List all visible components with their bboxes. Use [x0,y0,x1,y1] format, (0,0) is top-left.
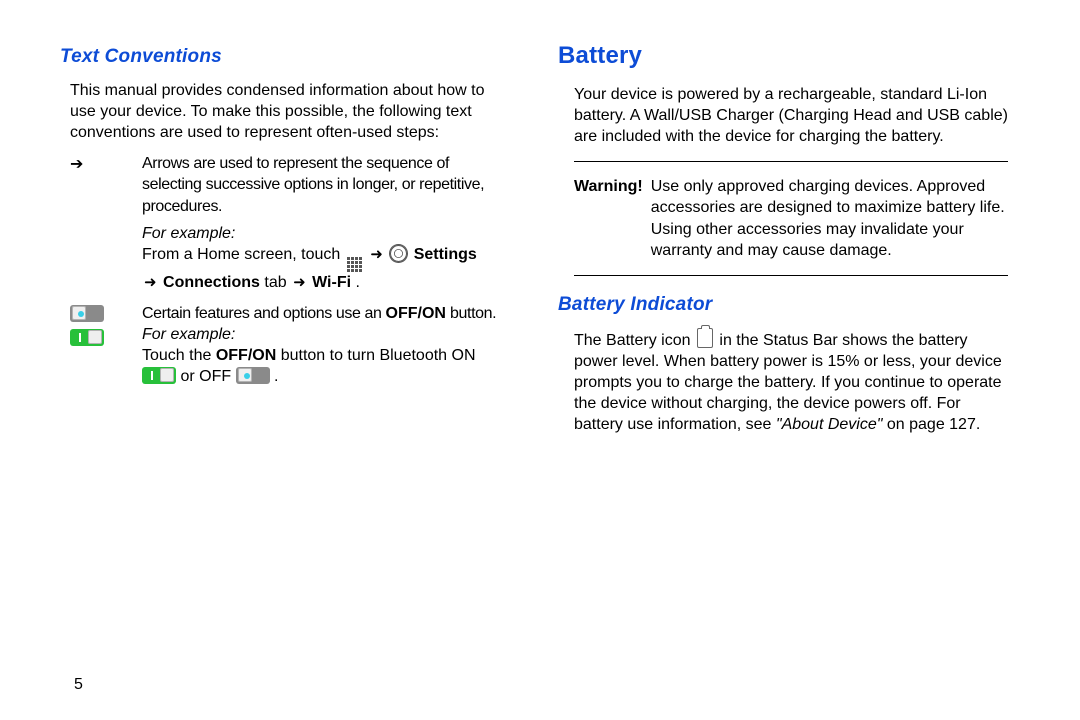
settings-gear-icon [390,245,407,262]
toggle-on-icon [70,329,104,346]
apps-grid-icon [347,257,362,272]
example-toggle: Touch the OFF/ON button to turn Bluetoot… [142,345,496,387]
for-example-label-1: For example: [142,223,510,244]
toggle-off-icon [70,305,104,322]
warning-box: Warning! Use only approved charging devi… [574,161,1008,275]
toggle-description: Certain features and options use an OFF/… [142,303,496,324]
warning-text: Use only approved charging devices. Appr… [651,176,1008,260]
convention-toggle: Certain features and options use an OFF/… [70,303,510,387]
right-column: Battery Your device is powered by a rech… [558,40,1008,449]
toggle-on-icon [142,367,176,384]
arrow-icon [70,156,83,173]
left-column: Text Conventions This manual provides co… [60,40,510,449]
arrow-icon [142,274,159,291]
convention-arrows: Arrows are used to represent the sequenc… [70,153,510,293]
heading-text-conventions: Text Conventions [60,46,510,68]
arrow-icon [291,274,308,291]
heading-battery: Battery [558,42,1008,70]
example-navigation: From a Home screen, touch Settings Conne… [142,244,510,293]
heading-battery-indicator: Battery Indicator [558,294,1008,316]
toggle-off-icon [236,367,270,384]
warning-label: Warning! [574,176,643,260]
page-number: 5 [74,676,83,694]
for-example-label-2: For example: [142,324,496,345]
battery-indicator-text: The Battery icon in the Status Bar shows… [574,328,1008,436]
reference-link: "About Device" [776,416,883,433]
arrow-description: Arrows are used to represent the sequenc… [142,153,510,216]
arrow-icon [368,246,385,263]
battery-icon [697,328,713,348]
text-conventions-intro: This manual provides condensed informati… [70,80,510,143]
battery-description: Your device is powered by a rechargeable… [574,84,1008,147]
